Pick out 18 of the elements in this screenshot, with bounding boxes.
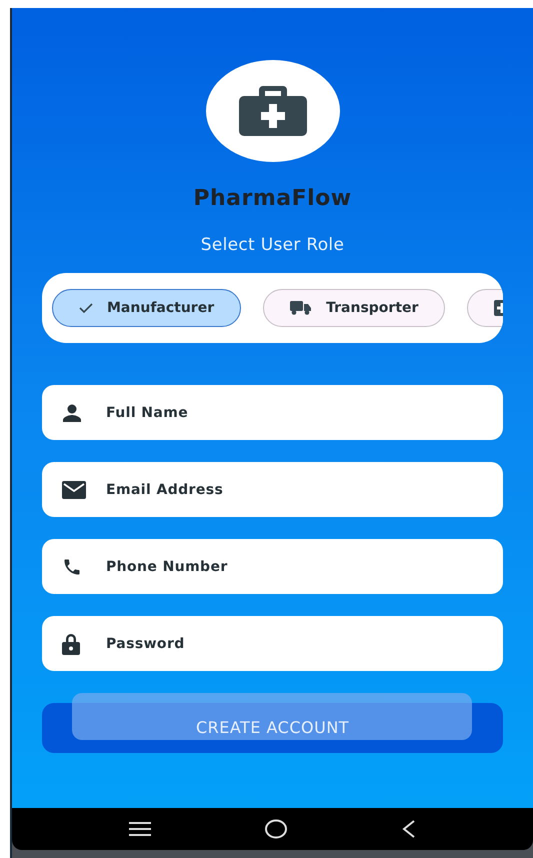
input-field[interactable]: Full Name: [42, 385, 503, 440]
app-title: PharmaFlow: [193, 186, 352, 211]
truck-icon: [290, 301, 312, 315]
lock-icon: [62, 632, 80, 654]
mail-icon: [62, 480, 86, 498]
input-field[interactable]: Email Address: [42, 462, 503, 517]
role-chip[interactable]: Transporter: [263, 289, 446, 327]
home-circle-icon[interactable]: [265, 819, 288, 839]
person-icon: [62, 404, 82, 422]
input-field[interactable]: Phone Number: [42, 539, 503, 594]
role-chip[interactable]: Manufacturer: [52, 289, 242, 327]
menu-icon[interactable]: [129, 822, 152, 836]
check-icon: [79, 303, 93, 313]
back-icon[interactable]: [402, 820, 416, 838]
medical-kit-icon: [238, 86, 306, 136]
phone-icon: [62, 556, 82, 576]
input-field[interactable]: Password: [42, 616, 503, 671]
section-label: Select User Role: [200, 235, 344, 255]
